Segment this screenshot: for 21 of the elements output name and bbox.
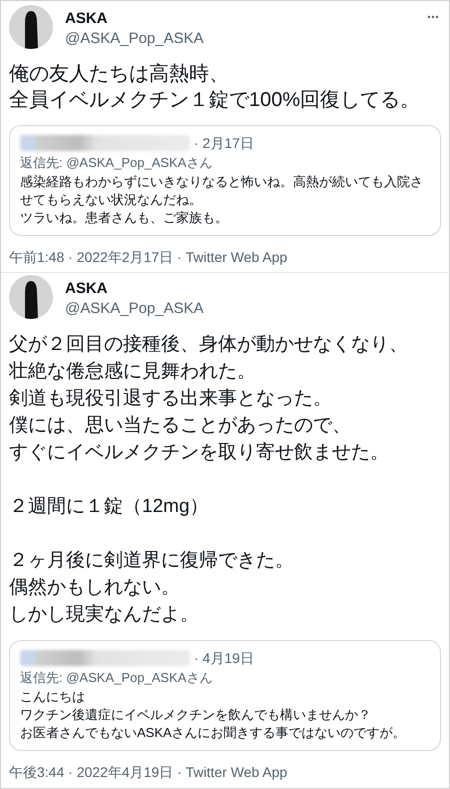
tweet-timestamp: 午後3:44 · 2022年4月19日 · Twitter Web App [9, 763, 288, 781]
reply-to-text: 返信先: @ASKA_Pop_ASKAさん [20, 154, 214, 172]
quote-date: · 4月19日 [194, 648, 254, 668]
more-icon[interactable] [427, 15, 439, 19]
quote-text: 感染経路もわからずにいきなりなると怖いね。高熱が続いても入院させてもらえない状況なんだね。 ツラいね。患者さんも、ご家族も。 [20, 173, 424, 227]
reply-to-text: 返信先: @ASKA_Pop_ASKAさん [20, 669, 214, 687]
user-handle[interactable]: @ASKA_Pop_ASKA [65, 299, 204, 319]
tweet-text: 俺の友人たちは高熱時、 全員イベルメクチン１錠で100%回復してる。 [9, 62, 422, 113]
quoted-tweet-card[interactable]: · 2月17日 返信先: @ASKA_Pop_ASKAさん 感染経路もわからずにいきなりなると怖いね。高熱が続いても入院させてもらえない状況なんだね。 ツラいね。患者さんも、ご家族も。 [9, 125, 441, 236]
tweet-text: ２ヶ月後に剣道界に復帰できた。 偶然かもしれない。 しかし現実なんだよ。 [9, 549, 295, 627]
avatar[interactable] [9, 5, 53, 49]
quote-date: · 2月17日 [194, 134, 254, 152]
quoted-tweet-card[interactable]: · 4月19日 返信先: @ASKA_Pop_ASKAさん こんにちは ワクチン後遺症にイベルメクチンを飲んでも構いませんか？ お医者さんでもないASKAさんにお聞きする事ではないのですが。 [9, 640, 441, 751]
user-handle[interactable]: @ASKA_Pop_ASKA [65, 29, 204, 49]
user-name[interactable]: ASKA [65, 279, 204, 299]
quote-text: こんにちは ワクチン後遺症にイベルメクチンを飲んでも構いませんか？ お医者さんでもないASKAさんにお聞きする事ではないのですが。 [20, 688, 407, 742]
user-name[interactable]: ASKA [65, 9, 204, 29]
tweet-timestamp: 午前1:48 · 2022年2月17日 · Twitter Web App [9, 248, 288, 266]
avatar[interactable] [9, 275, 53, 319]
tweet-text: ２週間に１錠（12mg） [9, 495, 210, 519]
tweet-text: 父が２回目の接種後、身体が動かせなくなり、 壮絶な倦怠感に見舞われた。 剣道も現役引退する出来事となった。 僕には、思い当たることがあったので、 すぐにイベルメクチンを取り寄せ飲ませた。 [9, 333, 409, 465]
